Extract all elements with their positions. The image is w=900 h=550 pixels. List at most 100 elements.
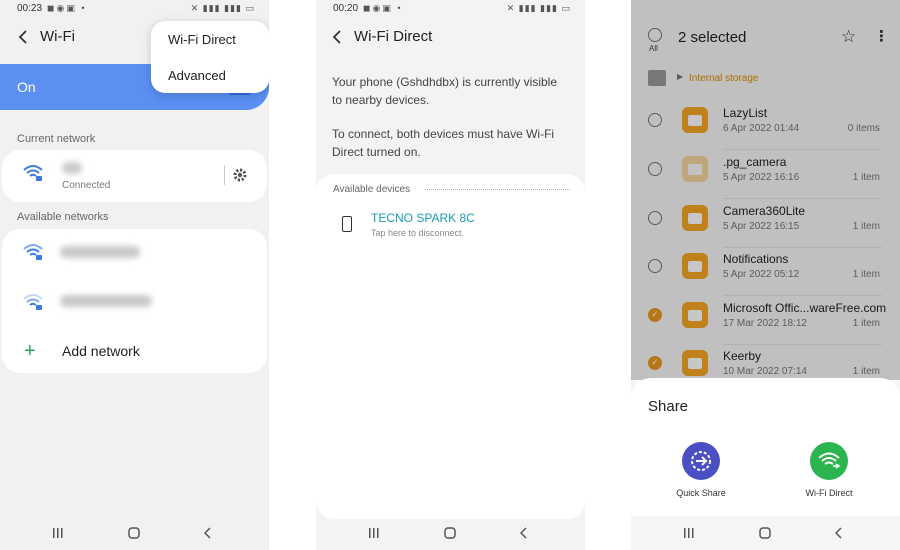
wifi-direct-label[interactable]: Wi-Fi Direct	[789, 488, 869, 498]
folder-item-count: 1 item	[852, 366, 880, 377]
folder-date: 5 Apr 2022 05:12	[723, 269, 800, 280]
section-divider	[425, 189, 570, 190]
selection-count-title: 2 selected	[678, 29, 747, 46]
notification-icons: ◼◉▣ •	[363, 3, 403, 13]
folder-row[interactable]: .pg_camera 5 Apr 2022 16:16 1 item	[631, 151, 900, 199]
folder-item-count: 1 item	[852, 269, 880, 280]
available-devices-card: Available devices TECNO SPARK 8C Tap her…	[316, 174, 585, 519]
connection-status: Connected	[62, 180, 111, 191]
wifi-lock-icon	[23, 244, 43, 260]
back-icon[interactable]	[200, 525, 216, 541]
status-time: 00:23	[17, 3, 43, 14]
status-bar: 00:20 ◼◉▣ • ✕ ▮▮▮ ▮▮▮ ▭	[316, 0, 585, 18]
folder-icon	[682, 350, 708, 376]
add-network-button[interactable]: Add network	[62, 343, 140, 359]
folder-name: Microsoft Offic...wareFree.com	[723, 301, 887, 315]
page-title: Wi-Fi Direct	[354, 28, 433, 45]
folder-name: Camera360Lite	[723, 204, 806, 218]
navigation-bar	[316, 516, 585, 550]
back-arrow-icon[interactable]	[332, 29, 342, 44]
star-icon[interactable]: ☆	[841, 27, 856, 47]
smartphone-icon	[342, 216, 352, 232]
share-sheet: Share Quick Share Wi-Fi Direct	[631, 378, 900, 519]
folder-date: 6 Apr 2022 01:44	[723, 123, 800, 134]
folder-icon	[682, 156, 708, 182]
select-all-label: All	[649, 44, 658, 53]
wifi-direct-icon[interactable]	[810, 442, 848, 480]
home-folder-icon[interactable]	[648, 70, 666, 86]
system-icons: ✕ ▮▮▮ ▮▮▮ ▭	[190, 3, 255, 13]
network-row[interactable]	[2, 229, 267, 277]
row-divider	[723, 149, 882, 150]
folder-icon	[682, 107, 708, 133]
wifi-direct-screen: 00:20 ◼◉▣ • ✕ ▮▮▮ ▮▮▮ ▭ Wi-Fi Direct You…	[316, 0, 585, 550]
breadcrumb-arrow-icon: ▶	[677, 72, 684, 81]
row-checkbox-checked[interactable]: ✓	[648, 308, 662, 322]
divider	[224, 165, 225, 185]
back-icon[interactable]	[516, 525, 532, 541]
gear-icon[interactable]	[232, 167, 248, 183]
network-name-blurred	[62, 162, 82, 174]
folder-row[interactable]: ✓ Microsoft Offic...wareFree.com 17 Mar …	[631, 297, 900, 345]
folder-icon	[682, 302, 708, 328]
row-divider	[723, 198, 882, 199]
device-hint: Tap here to disconnect.	[371, 228, 465, 238]
folder-row[interactable]: Camera360Lite 5 Apr 2022 16:15 1 item	[631, 200, 900, 248]
more-options-icon[interactable]: ⋮	[874, 27, 889, 45]
menu-item-advanced[interactable]: Advanced	[168, 68, 226, 83]
quick-share-icon[interactable]	[682, 442, 720, 480]
folder-item-count: 1 item	[852, 221, 880, 232]
file-share-screen: All 2 selected ☆ ⋮ ▶ Internal storage La…	[631, 0, 900, 550]
header: Wi-Fi	[18, 28, 75, 45]
home-icon[interactable]	[442, 525, 458, 541]
home-icon[interactable]	[126, 525, 142, 541]
recents-icon[interactable]	[366, 525, 382, 541]
device-row[interactable]: TECNO SPARK 8C Tap here to disconnect.	[316, 204, 585, 244]
back-arrow-icon[interactable]	[18, 29, 28, 44]
folder-name: .pg_camera	[723, 155, 787, 169]
row-checkbox-checked[interactable]: ✓	[648, 356, 662, 370]
available-networks-label: Available networks	[17, 211, 109, 223]
page-title: Wi-Fi	[40, 28, 75, 45]
navigation-bar	[0, 516, 269, 550]
folder-date: 17 Mar 2022 18:12	[723, 318, 807, 329]
toggle-label: On	[17, 79, 36, 95]
wifi-settings-screen: 00:23 ◼◉▣ • ✕ ▮▮▮ ▮▮▮ ▭ Wi-Fi On Wi-Fi D…	[0, 0, 269, 550]
folder-icon	[682, 205, 708, 231]
current-network-label: Current network	[17, 133, 96, 145]
status-time: 00:20	[333, 3, 359, 14]
network-name-blurred	[60, 295, 152, 307]
folder-name: LazyList	[723, 106, 768, 120]
visibility-description: Your phone (Gshdhdbx) is currently visib…	[332, 75, 558, 107]
notification-icons: ◼◉▣ •	[47, 3, 87, 13]
row-divider	[723, 295, 882, 296]
row-checkbox[interactable]	[648, 113, 662, 127]
network-row[interactable]	[2, 277, 267, 325]
folder-row[interactable]: LazyList 6 Apr 2022 01:44 0 items	[631, 102, 900, 150]
home-icon[interactable]	[757, 525, 773, 541]
add-icon[interactable]: +	[24, 341, 36, 361]
current-network-card[interactable]: Connected	[2, 150, 267, 202]
row-checkbox[interactable]	[648, 211, 662, 225]
folder-item-count: 1 item	[852, 318, 880, 329]
wifi-lock-icon	[23, 294, 43, 310]
header: Wi-Fi Direct	[332, 28, 432, 45]
folder-icon	[682, 253, 708, 279]
back-icon[interactable]	[831, 525, 847, 541]
share-sheet-title: Share	[648, 398, 689, 415]
system-icons: ✕ ▮▮▮ ▮▮▮ ▭	[506, 3, 571, 13]
recents-icon[interactable]	[50, 525, 66, 541]
folder-item-count: 0 items	[847, 123, 880, 134]
folder-item-count: 1 item	[852, 172, 880, 183]
navigation-bar	[631, 516, 900, 550]
select-all-checkbox[interactable]	[648, 28, 662, 42]
recents-icon[interactable]	[681, 525, 697, 541]
folder-name: Notifications	[723, 252, 789, 266]
row-checkbox[interactable]	[648, 162, 662, 176]
menu-item-wifi-direct[interactable]: Wi-Fi Direct	[168, 32, 236, 47]
quick-share-label[interactable]: Quick Share	[661, 488, 741, 498]
breadcrumb[interactable]: Internal storage	[689, 73, 759, 84]
folder-row[interactable]: Notifications 5 Apr 2022 05:12 1 item	[631, 248, 900, 296]
row-checkbox[interactable]	[648, 259, 662, 273]
folder-date: 10 Mar 2022 07:14	[723, 366, 807, 377]
